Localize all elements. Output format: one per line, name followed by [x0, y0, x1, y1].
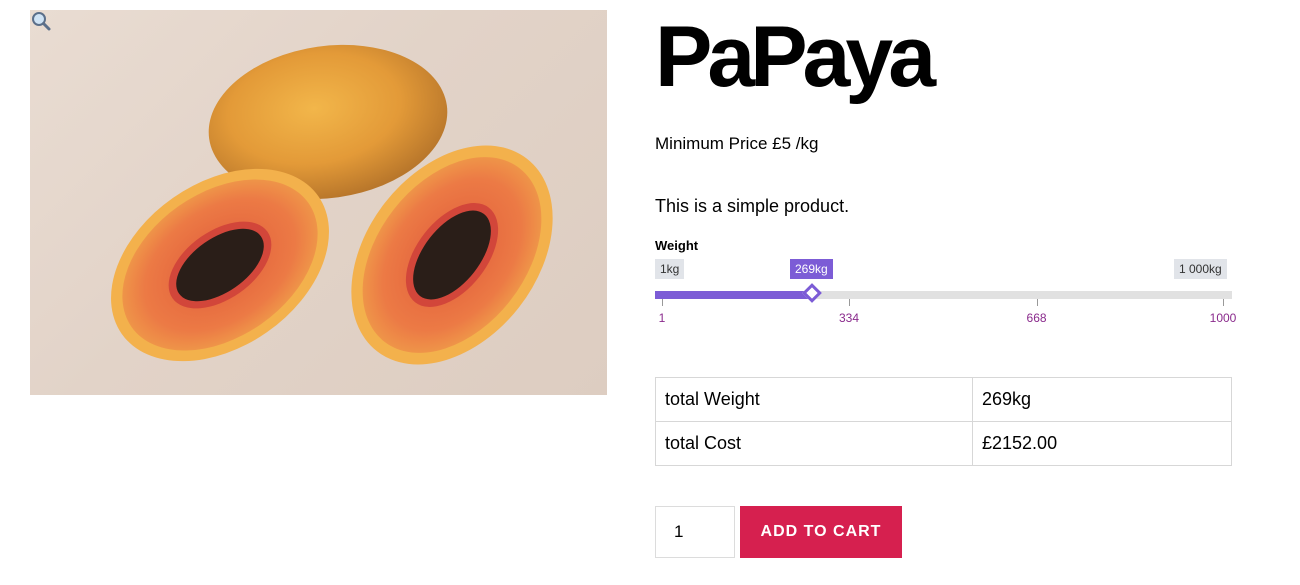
slider-min-label: 1kg	[655, 259, 685, 279]
total-cost-value: £2152.00	[972, 421, 1232, 466]
slider-max-label: 1 000kg	[1174, 259, 1227, 279]
total-cost-label: total Cost	[655, 421, 973, 466]
totals-table: total Weight 269kg total Cost £2152.00	[655, 377, 1232, 466]
slider-tick	[662, 299, 663, 306]
slider-tick-label: 668	[1026, 311, 1047, 325]
papaya-photo	[111, 44, 553, 365]
slider-tick-label: 1	[658, 311, 666, 325]
slider-tick	[1223, 299, 1224, 306]
slider-tick-label: 1000	[1209, 311, 1237, 325]
slider-value-label: 269kg	[790, 259, 833, 279]
table-row: total Cost £2152.00	[655, 421, 1232, 466]
slider-tick	[849, 299, 850, 306]
slider-handle[interactable]	[802, 283, 823, 303]
table-row: total Weight 269kg	[655, 377, 1232, 422]
quantity-input[interactable]	[655, 506, 735, 558]
total-weight-label: total Weight	[655, 377, 973, 422]
total-weight-value: 269kg	[972, 377, 1232, 422]
short-description: This is a simple product.	[655, 196, 850, 216]
slider-tick	[1036, 299, 1038, 306]
weight-label: Weight	[655, 238, 699, 253]
weight-slider[interactable]: 1kg 269kg 1 000kg 1 334 668 1000	[655, 258, 1255, 338]
slider-tick-label: 334	[838, 311, 860, 325]
zoom-magnifier-icon[interactable]	[30, 10, 52, 32]
product-image[interactable]	[30, 10, 607, 395]
product-title: PaPaya	[655, 9, 936, 105]
add-to-cart-button[interactable]: ADD TO CART	[740, 506, 902, 558]
slider-fill	[655, 291, 813, 299]
minimum-price: Minimum Price £5 /kg	[655, 134, 819, 153]
